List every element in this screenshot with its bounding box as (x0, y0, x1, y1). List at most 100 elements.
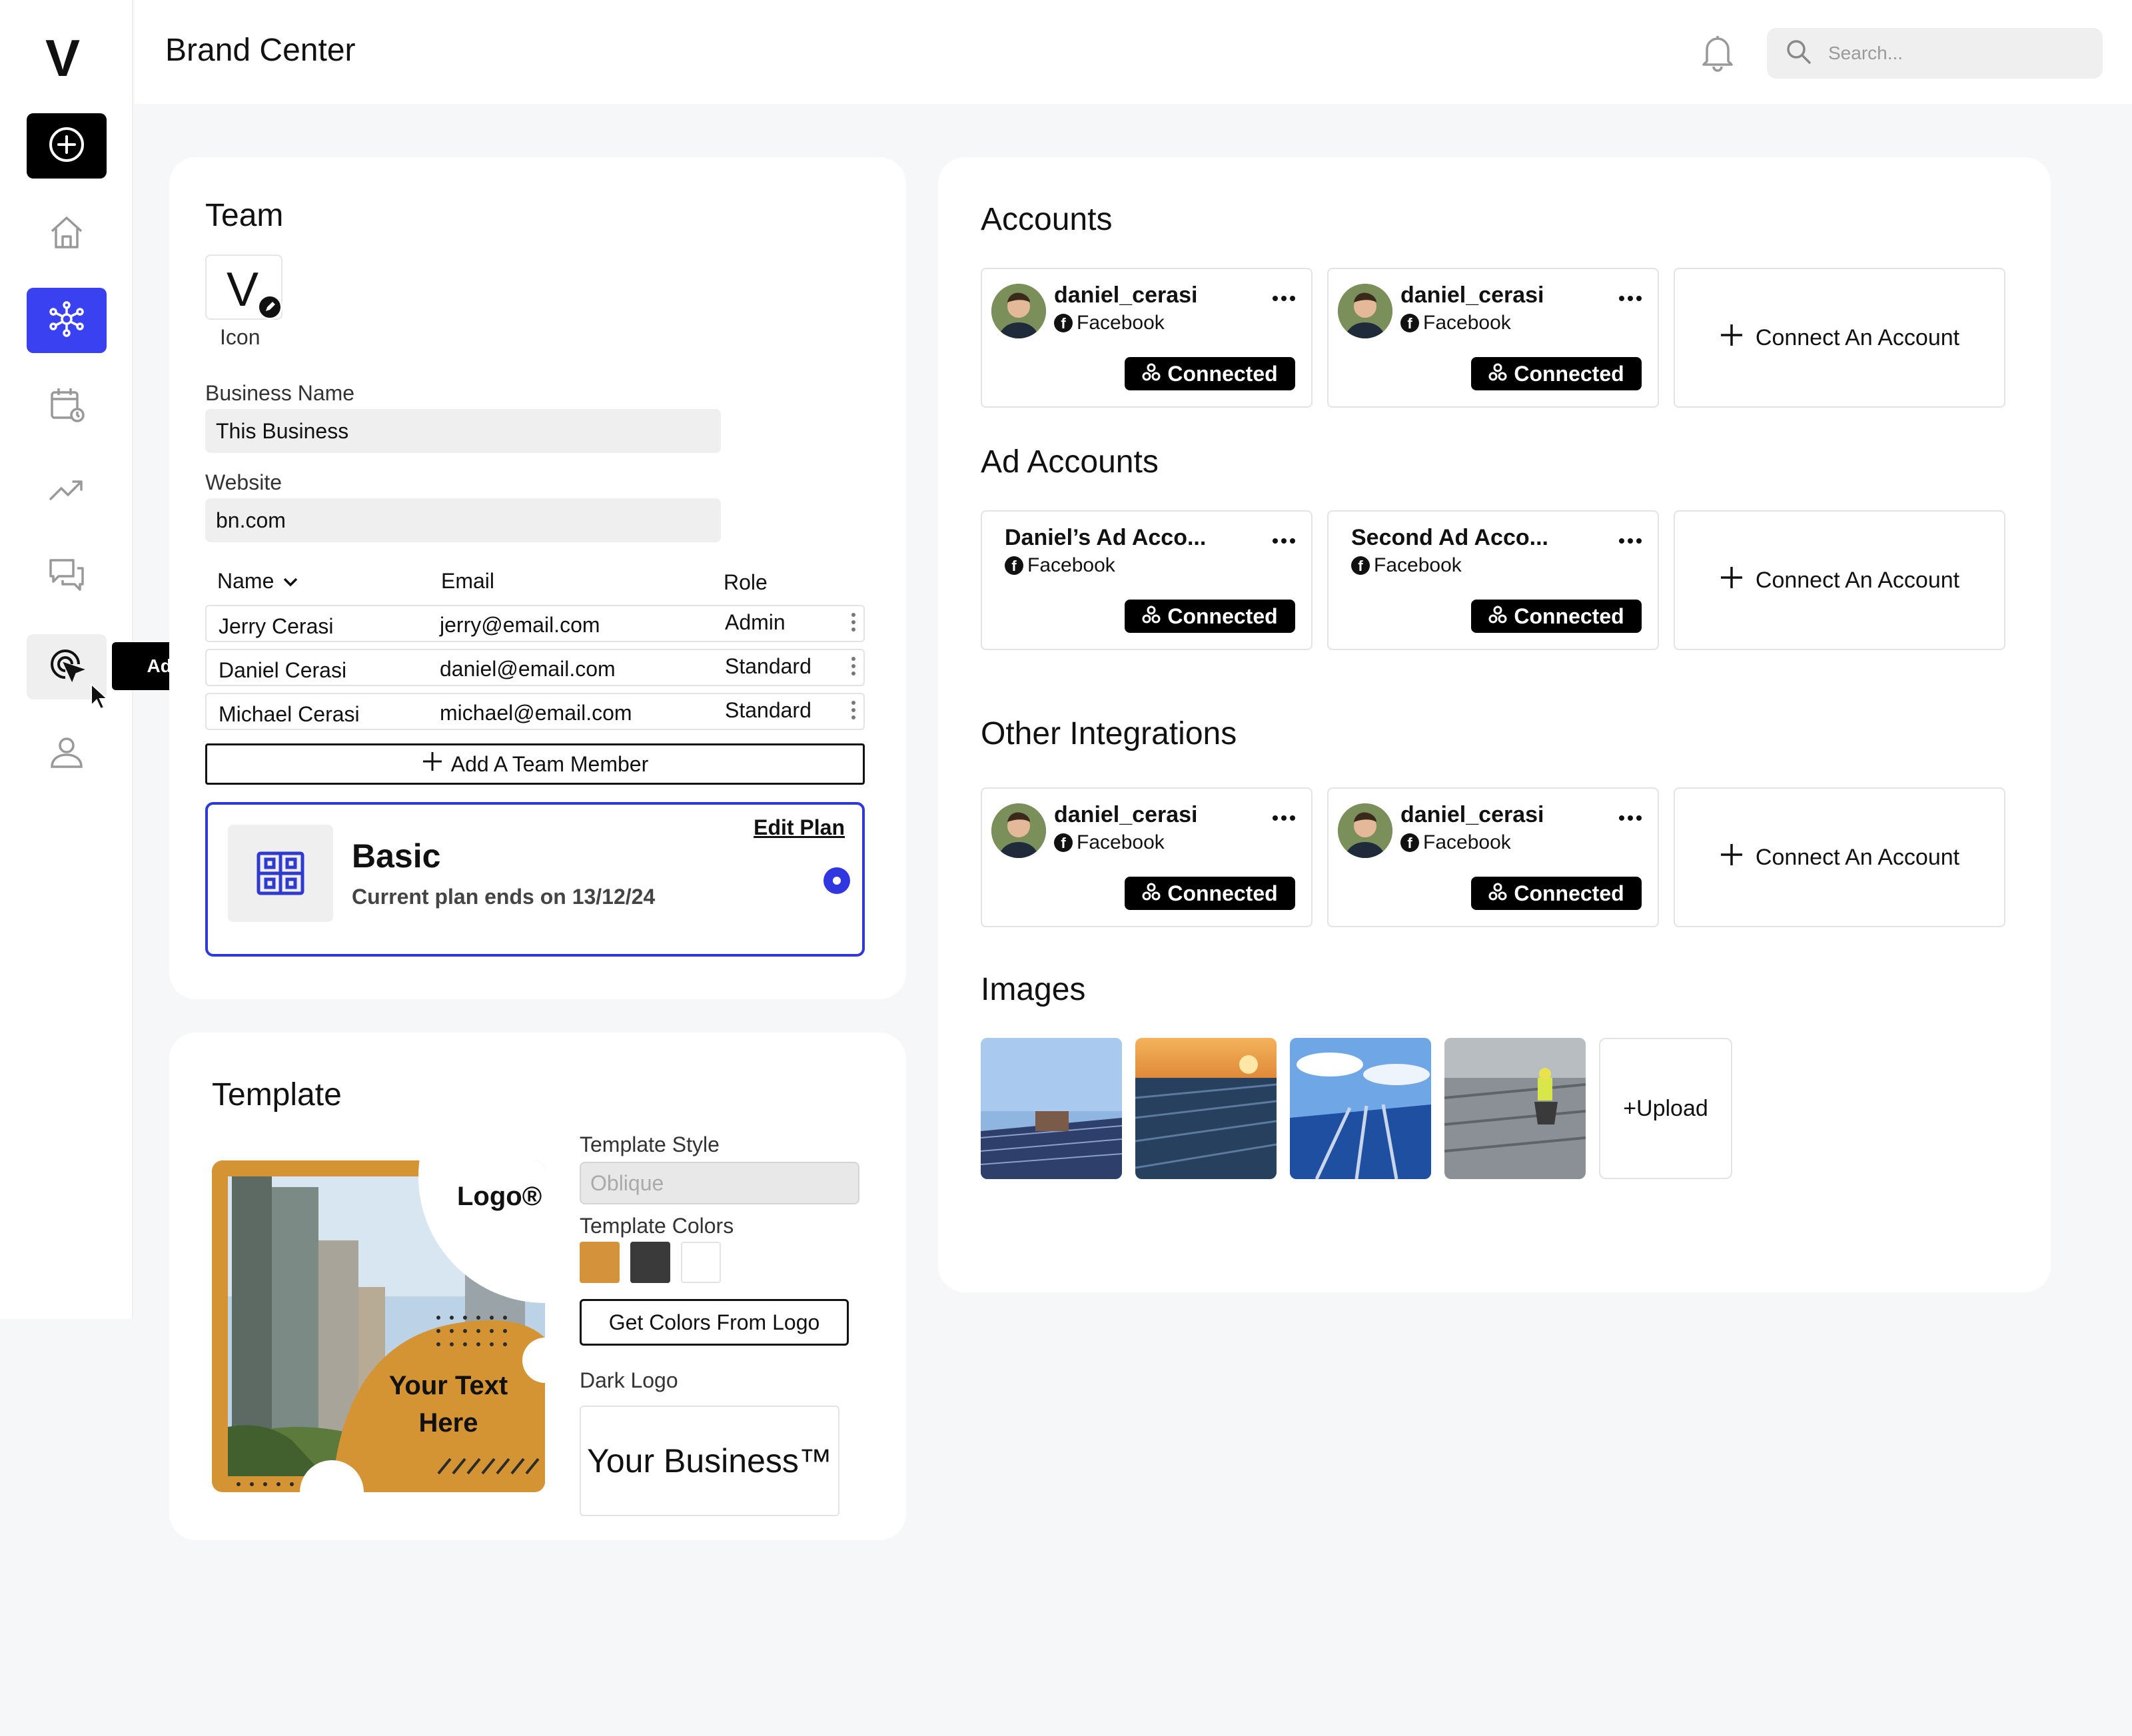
sidebar-item-home[interactable] (27, 201, 107, 266)
facebook-icon: f (1351, 556, 1370, 575)
more-horizontal-icon[interactable] (1619, 815, 1642, 821)
sidebar-item-profile[interactable] (27, 721, 107, 786)
facebook-icon: f (1005, 556, 1023, 575)
upload-image-button[interactable]: +Upload (1599, 1038, 1732, 1179)
name-column-header[interactable]: Name (217, 569, 299, 594)
more-horizontal-icon[interactable] (1273, 538, 1295, 544)
member-email: daniel@email.com (440, 657, 616, 681)
app-logo[interactable]: V (45, 32, 80, 84)
team-member-row[interactable]: Jerry Cerasi jerry@email.com Admin (205, 605, 865, 642)
sidebar-item-calendar[interactable] (27, 373, 107, 438)
facebook-icon: f (1054, 833, 1073, 852)
business-name-field[interactable]: This Business (205, 409, 721, 453)
integration-card[interactable]: daniel_cerasi f Facebook Connected (1327, 787, 1659, 927)
connected-label: Connected (1167, 881, 1278, 905)
facebook-icon: f (1054, 314, 1073, 332)
ad-account-name: Daniel’s Ad Acco... (1005, 525, 1207, 550)
avatar (1338, 284, 1392, 338)
member-role: Standard (725, 698, 811, 722)
account-name: daniel_cerasi (1400, 282, 1544, 308)
integrations-card: Accounts daniel_cerasi f Facebook Connect… (938, 157, 2051, 1292)
connect-account-button[interactable]: Connect An Account (1674, 268, 2005, 408)
team-title: Team (205, 198, 284, 233)
color-swatch-white[interactable] (681, 1242, 721, 1283)
template-preview: Logo® Your Text Here (212, 1160, 545, 1492)
sidebar-item-analytics[interactable] (27, 458, 107, 524)
image-thumbnail[interactable] (981, 1038, 1122, 1179)
template-style-label: Template Style (580, 1132, 720, 1156)
chevron-down-icon (282, 569, 299, 594)
image-thumbnail[interactable] (1135, 1038, 1277, 1179)
account-name: daniel_cerasi (1400, 802, 1544, 827)
connected-badge: Connected (1125, 357, 1295, 390)
accounts-title: Accounts (981, 202, 1113, 237)
create-button[interactable] (27, 113, 107, 179)
more-vertical-icon[interactable] (851, 701, 855, 723)
business-icon-letter: V (227, 263, 259, 316)
connect-account-label: Connect An Account (1755, 324, 1960, 350)
platform-label: Facebook (1077, 831, 1165, 853)
member-role: Admin (725, 610, 786, 634)
plus-icon (422, 751, 443, 777)
connect-ad-account-button[interactable]: Connect An Account (1674, 510, 2005, 650)
image-thumbnail[interactable] (1444, 1038, 1586, 1179)
connect-account-label: Connect An Account (1755, 844, 1960, 870)
plan-name: Basic (352, 837, 441, 875)
member-name: Michael Cerasi (219, 702, 360, 726)
connected-badge: Connected (1125, 877, 1295, 910)
platform-label: Facebook (1423, 312, 1511, 334)
platform-label: Facebook (1077, 312, 1165, 334)
sidebar-item-brand-center[interactable] (27, 288, 107, 353)
website-field[interactable]: bn.com (205, 498, 721, 542)
ad-account-card[interactable]: Daniel’s Ad Acco... f Facebook Connected (981, 510, 1313, 650)
chat-icon (47, 555, 87, 598)
connect-integration-button[interactable]: Connect An Account (1674, 787, 2005, 927)
team-member-row[interactable]: Daniel Cerasi daniel@email.com Standard (205, 649, 865, 686)
dark-logo-preview[interactable]: Your Business™ (580, 1406, 839, 1516)
plus-icon (1720, 323, 1744, 353)
email-column-header: Email (441, 569, 495, 593)
color-swatch-orange[interactable] (580, 1242, 620, 1283)
network-icon (47, 299, 87, 342)
plan-icon (228, 825, 333, 922)
account-name: daniel_cerasi (1054, 282, 1198, 308)
edit-plan-link[interactable]: Edit Plan (754, 815, 845, 840)
role-column-header: Role (724, 570, 768, 594)
add-team-member-button[interactable]: Add A Team Member (205, 743, 865, 785)
plus-circle-icon (48, 126, 85, 167)
ad-account-card[interactable]: Second Ad Acco... f Facebook Connected (1327, 510, 1659, 650)
more-vertical-icon[interactable] (851, 613, 855, 635)
more-vertical-icon[interactable] (851, 657, 855, 679)
search-input[interactable] (1828, 43, 2081, 64)
member-email: michael@email.com (440, 701, 632, 725)
image-thumbnail[interactable] (1290, 1038, 1431, 1179)
connected-badge: Connected (1471, 357, 1642, 390)
plan-radio-selected[interactable] (823, 867, 850, 894)
connected-label: Connected (1514, 361, 1624, 386)
team-card: Team V Icon Business Name This Business … (169, 157, 906, 999)
account-platform: f Facebook (1054, 312, 1165, 334)
account-card[interactable]: daniel_cerasi f Facebook Connected (981, 268, 1313, 408)
search-bar[interactable] (1767, 28, 2103, 79)
bell-icon[interactable] (1698, 32, 1738, 77)
trend-icon (47, 470, 87, 513)
integration-card[interactable]: daniel_cerasi f Facebook Connected (981, 787, 1313, 927)
search-icon (1786, 39, 1812, 69)
team-member-row[interactable]: Michael Cerasi michael@email.com Standar… (205, 693, 865, 730)
sidebar-item-messages[interactable] (27, 544, 107, 609)
business-icon-upload[interactable]: V (205, 254, 282, 320)
template-style-field[interactable]: Oblique (580, 1162, 859, 1204)
account-card[interactable]: daniel_cerasi f Facebook Connected (1327, 268, 1659, 408)
platform-label: Facebook (1027, 554, 1115, 576)
color-swatch-dark[interactable] (630, 1242, 670, 1283)
add-team-member-label: Add A Team Member (450, 751, 649, 776)
more-horizontal-icon[interactable] (1619, 296, 1642, 301)
edit-pencil-icon[interactable] (257, 294, 282, 320)
member-email: jerry@email.com (440, 613, 600, 637)
get-colors-from-logo-button[interactable]: Get Colors From Logo (580, 1299, 849, 1346)
more-horizontal-icon[interactable] (1273, 296, 1295, 301)
more-horizontal-icon[interactable] (1619, 538, 1642, 544)
account-name: daniel_cerasi (1054, 802, 1198, 827)
plan-card[interactable]: Basic Current plan ends on 13/12/24 Edit… (205, 802, 865, 957)
more-horizontal-icon[interactable] (1273, 815, 1295, 821)
